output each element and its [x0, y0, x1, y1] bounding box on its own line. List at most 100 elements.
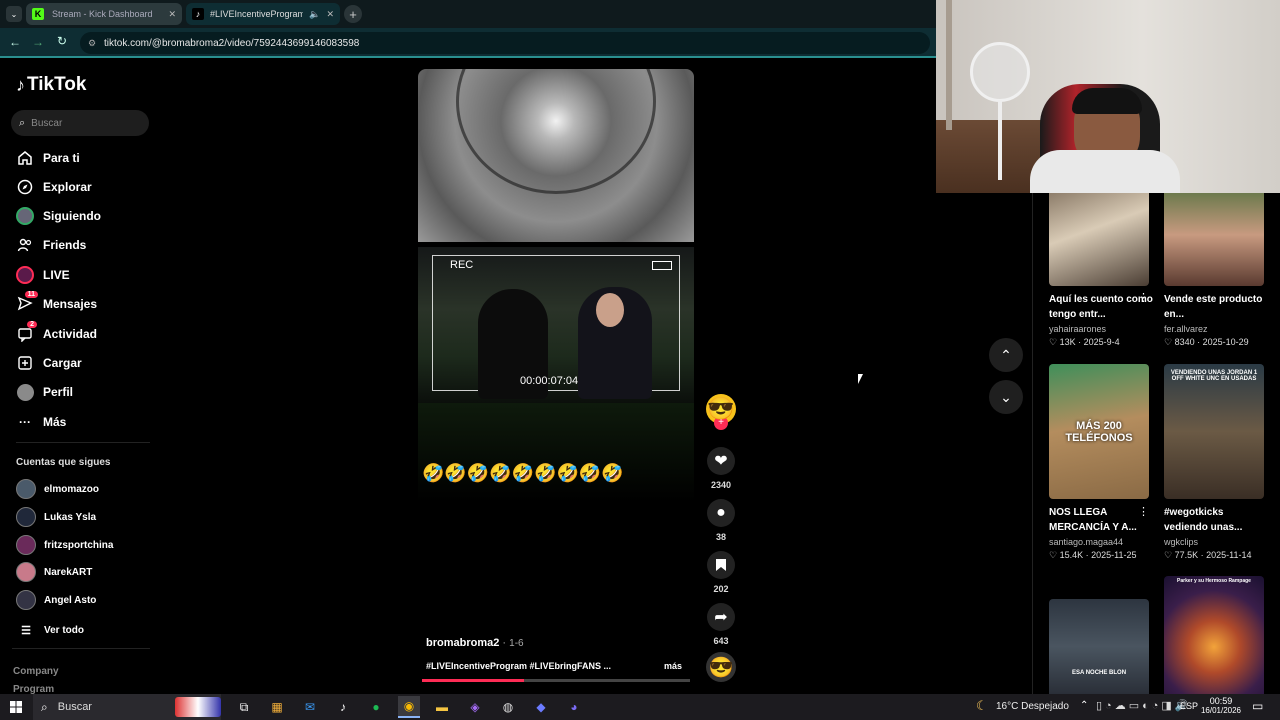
file-explorer-icon[interactable]: ▬: [431, 696, 453, 718]
nav-mas[interactable]: ··· Más: [16, 412, 66, 432]
card-title: #wegotkicks vediendo unas...: [1164, 507, 1243, 533]
nav-perfil[interactable]: Perfil: [16, 382, 73, 402]
account-narekart[interactable]: NarekART: [16, 562, 92, 582]
app-icon-colorful[interactable]: ◈: [464, 696, 486, 718]
footer-company[interactable]: Company: [13, 666, 59, 677]
kebab-menu-icon[interactable]: ⋮: [1138, 505, 1149, 518]
tiktok-logo[interactable]: ♪ TikTok: [16, 74, 86, 96]
search-input[interactable]: ⌕ Buscar: [11, 110, 149, 136]
nav-label: Cargar: [43, 356, 82, 370]
speaker-icon[interactable]: 🔈: [309, 9, 320, 20]
heart-outline-icon: ♡: [1164, 550, 1175, 560]
nav-siguiendo[interactable]: Siguiendo: [16, 206, 101, 226]
account-name: NarekART: [44, 566, 93, 578]
chevron-down-icon: ⌄: [1000, 388, 1012, 405]
share-button[interactable]: ➦ 643: [706, 603, 736, 646]
caption: #LIVEIncentiveProgram #LIVEbringFANS ...: [426, 661, 612, 671]
see-all-link[interactable]: ☰ Ver todo: [16, 624, 84, 637]
like-button[interactable]: ❤ 2340: [706, 447, 736, 490]
back-icon[interactable]: ←: [9, 35, 21, 49]
account-fritzsportchina[interactable]: fritzsportchina: [16, 535, 113, 555]
profile-icon: [16, 383, 34, 401]
task-view-icon[interactable]: ⧉: [233, 696, 255, 718]
more-link[interactable]: más: [664, 661, 682, 671]
streamer-body: [1030, 150, 1180, 193]
nav-actividad[interactable]: 2 Actividad: [16, 321, 97, 344]
nav-friends[interactable]: Friends: [16, 235, 86, 255]
notifications-icon[interactable]: ▭: [1252, 699, 1263, 713]
tray-chevron-icon[interactable]: ⌃: [1080, 700, 1088, 711]
card-user[interactable]: yahairaarones: [1049, 324, 1153, 334]
previous-video-button[interactable]: ⌃: [989, 338, 1023, 372]
music-disc[interactable]: 😎: [706, 652, 736, 682]
compass-icon: [16, 178, 34, 196]
nav-label: Explorar: [43, 180, 92, 194]
spotify-icon[interactable]: ●: [365, 696, 387, 718]
fan-head: [970, 42, 1030, 102]
video-thumbnail: Parker y su Hermoso Rampage: [1164, 576, 1264, 694]
related-video-card[interactable]: Parker y su Hermoso Rampage: [1164, 576, 1268, 694]
save-button[interactable]: 202: [706, 551, 736, 594]
related-video-card[interactable]: ESA NOCHE BLON: [1049, 599, 1153, 694]
live-icon: [16, 266, 34, 284]
forward-icon[interactable]: →: [32, 35, 44, 49]
activity-icon: 2: [16, 321, 37, 343]
obs-icon[interactable]: ◍: [497, 696, 519, 718]
account-name: Angel Asto: [44, 594, 97, 606]
mail-icon[interactable]: ✉: [299, 696, 321, 718]
url-field[interactable]: ⚙ tiktok.com/@bromabroma2/video/75924436…: [80, 32, 930, 54]
card-user[interactable]: wgkclips: [1164, 537, 1268, 547]
like-count: 2340: [710, 480, 732, 490]
thumbnail-overlay: ESA NOCHE BLON: [1071, 670, 1127, 676]
new-tab-button[interactable]: +: [344, 5, 362, 23]
progress-track[interactable]: [422, 679, 690, 682]
kebab-menu-icon[interactable]: ⋮: [1138, 291, 1149, 304]
nav-cargar[interactable]: Cargar: [16, 353, 82, 373]
comment-button[interactable]: ● 38: [706, 499, 736, 542]
account-angel-asto[interactable]: Angel Asto: [16, 590, 96, 610]
close-icon[interactable]: ✕: [326, 9, 334, 20]
nav-label: Friends: [43, 238, 87, 252]
nav-para-ti[interactable]: Para ti: [16, 148, 80, 168]
weather-icon[interactable]: ☾: [976, 698, 988, 714]
app-icon-blue[interactable]: ◆: [530, 696, 552, 718]
nav-mensajes[interactable]: 11 Mensajes: [16, 291, 97, 314]
next-video-button[interactable]: ⌄: [989, 380, 1023, 414]
nav-live[interactable]: LIVE: [16, 265, 70, 285]
account-lukas-ysla[interactable]: Lukas Ysla: [16, 507, 96, 527]
browser-tab-strip: ⌄ K Stream - Kick Dashboard ✕ ♪ #LIVEInc…: [0, 0, 936, 28]
divider: [12, 648, 150, 649]
site-info-icon[interactable]: ⚙: [88, 38, 96, 49]
webcam-overlay: [936, 0, 1280, 193]
nav-explorar[interactable]: Explorar: [16, 177, 92, 197]
url-text: tiktok.com/@bromabroma2/video/7592443699…: [104, 37, 360, 49]
tiktok-app-icon[interactable]: ♪: [332, 696, 354, 718]
creator-avatar-button[interactable]: 😎 +: [706, 394, 736, 430]
account-elmomazoo[interactable]: elmomazoo: [16, 479, 99, 499]
taskbar-search[interactable]: ⌕ Buscar: [33, 694, 221, 720]
weather-text[interactable]: 16°C Despejado: [996, 701, 1069, 712]
video-player[interactable]: REC 00:00:07:04 🤣🤣🤣🤣🤣🤣🤣🤣🤣 bromabroma2 · …: [418, 69, 694, 687]
related-video-card[interactable]: MÁS 200 TELÉFONOS NOS LLEGA MERCANCÍA Y …: [1049, 364, 1153, 561]
card-user[interactable]: santiago.magaa44: [1049, 537, 1153, 547]
related-video-card[interactable]: Aquí les cuento como tengo entr... yahai…: [1049, 193, 1153, 348]
card-user[interactable]: fer.allvarez: [1164, 324, 1268, 334]
author-name[interactable]: bromabroma2: [426, 637, 499, 649]
related-video-card[interactable]: Vende este producto en... fer.allvarez ♡…: [1164, 193, 1268, 348]
tray-icons[interactable]: ▯◔☁▭◐◔◨🔊: [1096, 699, 1191, 712]
chrome-icon[interactable]: ◉: [398, 696, 420, 718]
tab-search-button[interactable]: ⌄: [6, 6, 22, 22]
close-icon[interactable]: ✕: [168, 9, 176, 20]
store-icon[interactable]: ▦: [266, 696, 288, 718]
tab-kick-dashboard[interactable]: K Stream - Kick Dashboard ✕: [26, 3, 182, 25]
thumbnail-overlay: Parker y su Hermoso Rampage: [1177, 578, 1251, 584]
windows-start-icon[interactable]: [5, 696, 27, 718]
reload-icon[interactable]: ↻: [57, 34, 67, 48]
related-video-card[interactable]: VENDIENDO UNAS JORDAN 1 OFF WHITE UNC EN…: [1164, 364, 1268, 561]
clock[interactable]: 00:59 16/01/2026: [1200, 696, 1242, 715]
discord-icon[interactable]: ◕: [563, 696, 585, 718]
tab-tiktok-video[interactable]: ♪ #LIVEIncentiveProgram #L 🔈 ✕: [186, 3, 340, 25]
language-indicator[interactable]: ESP: [1180, 701, 1198, 711]
account-name: Lukas Ysla: [44, 511, 97, 523]
avatar: [16, 535, 36, 555]
